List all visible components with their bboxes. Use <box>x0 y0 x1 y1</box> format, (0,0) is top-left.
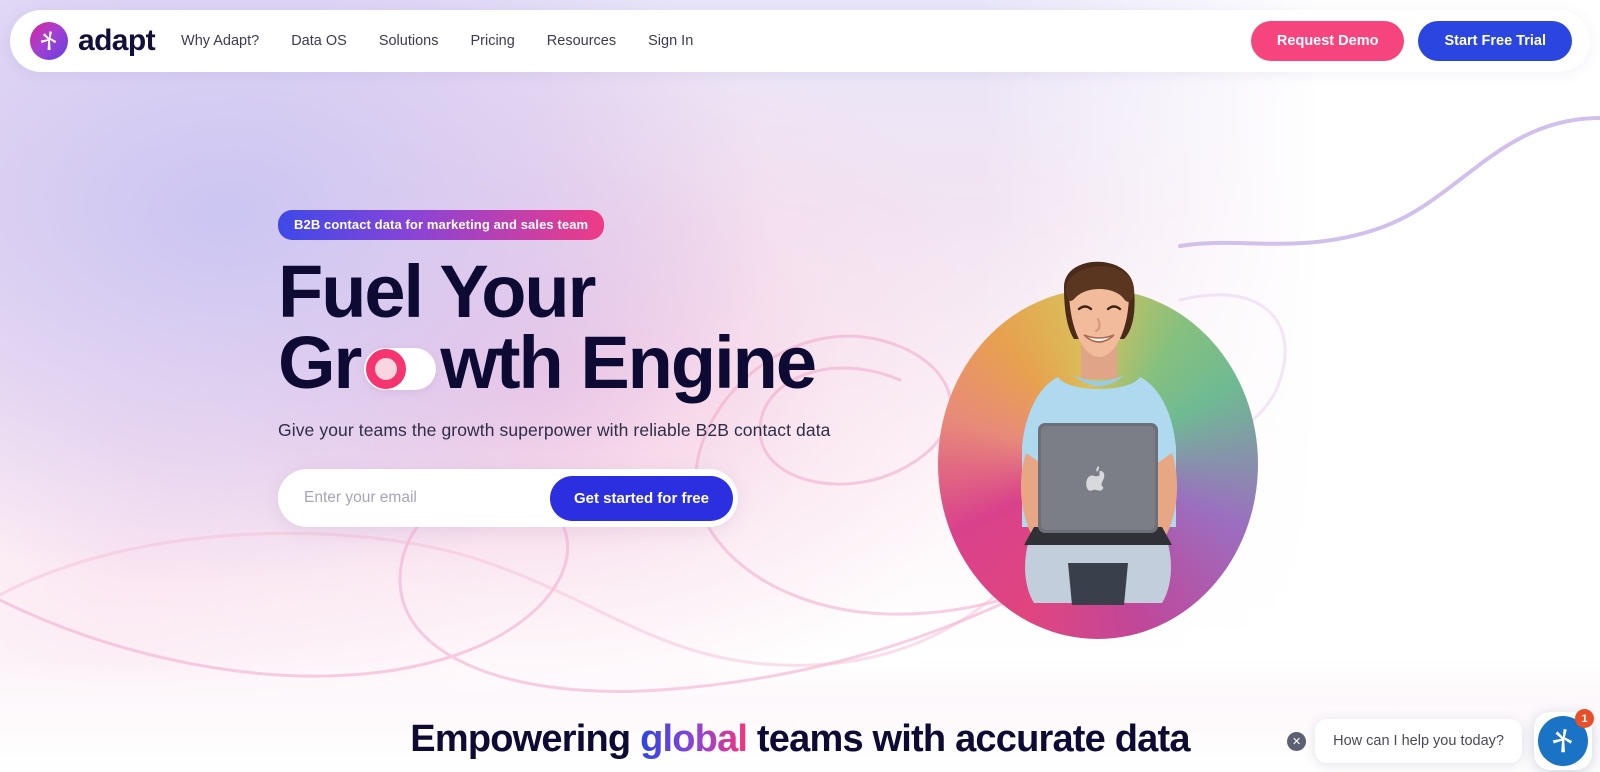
nav-item-pricing[interactable]: Pricing <box>470 33 514 49</box>
headline-line-2-suffix: wth Engine <box>440 321 817 405</box>
nav-item-sign-in[interactable]: Sign In <box>648 33 693 49</box>
hero-illustration <box>938 227 1258 645</box>
nav-item-data-os[interactable]: Data OS <box>291 33 347 49</box>
headline-line-2: Gr wth Engine <box>278 321 918 405</box>
main-nav: Why Adapt? Data OS Solutions Pricing Res… <box>181 33 693 49</box>
section-heading-suffix: teams with accurate data <box>747 718 1191 760</box>
page-root: adapt Why Adapt? Data OS Solutions Prici… <box>0 0 1600 772</box>
get-started-button[interactable]: Get started for free <box>549 475 733 521</box>
hero-headline: Fuel Your Gr wth Engine <box>278 250 918 405</box>
headline-line-2-prefix: Gr <box>278 321 362 405</box>
brand-logo[interactable]: adapt <box>30 22 156 60</box>
hero-subheadline: Give your teams the growth superpower wi… <box>278 420 831 441</box>
nav-item-resources[interactable]: Resources <box>547 33 616 49</box>
headline-line-1: Fuel Your <box>278 250 596 333</box>
site-header: adapt Why Adapt? Data OS Solutions Prici… <box>10 10 1590 72</box>
chat-widget: ✕ How can I help you today? 1 <box>1287 709 1594 772</box>
chat-launcher-button[interactable]: 1 <box>1534 709 1594 770</box>
start-free-trial-button[interactable]: Start Free Trial <box>1418 21 1572 61</box>
close-icon[interactable]: ✕ <box>1287 731 1307 751</box>
section-heading-highlight: global <box>640 718 748 760</box>
adapt-logo-icon <box>30 22 68 60</box>
section-heading-prefix: Empowering <box>410 718 641 760</box>
hero-section: B2B contact data for marketing and sales… <box>0 72 1600 712</box>
brand-name: adapt <box>78 24 156 57</box>
toggle-knob <box>366 348 407 389</box>
email-signup-form: Get started for free <box>278 469 738 528</box>
header-actions: Request Demo Start Free Trial <box>1250 21 1572 61</box>
nav-item-solutions[interactable]: Solutions <box>379 33 439 49</box>
chat-notification-badge: 1 <box>1575 709 1594 728</box>
hero-copy: B2B contact data for marketing and sales… <box>278 210 918 528</box>
email-input[interactable] <box>286 489 550 508</box>
toggle-switch-icon[interactable] <box>364 347 437 390</box>
chat-message-bubble[interactable]: How can I help you today? <box>1315 719 1522 763</box>
person-with-laptop-illustration <box>1020 261 1178 605</box>
hero-badge: B2B contact data for marketing and sales… <box>278 210 605 240</box>
nav-item-why-adapt[interactable]: Why Adapt? <box>181 33 259 49</box>
request-demo-button[interactable]: Request Demo <box>1250 21 1405 61</box>
